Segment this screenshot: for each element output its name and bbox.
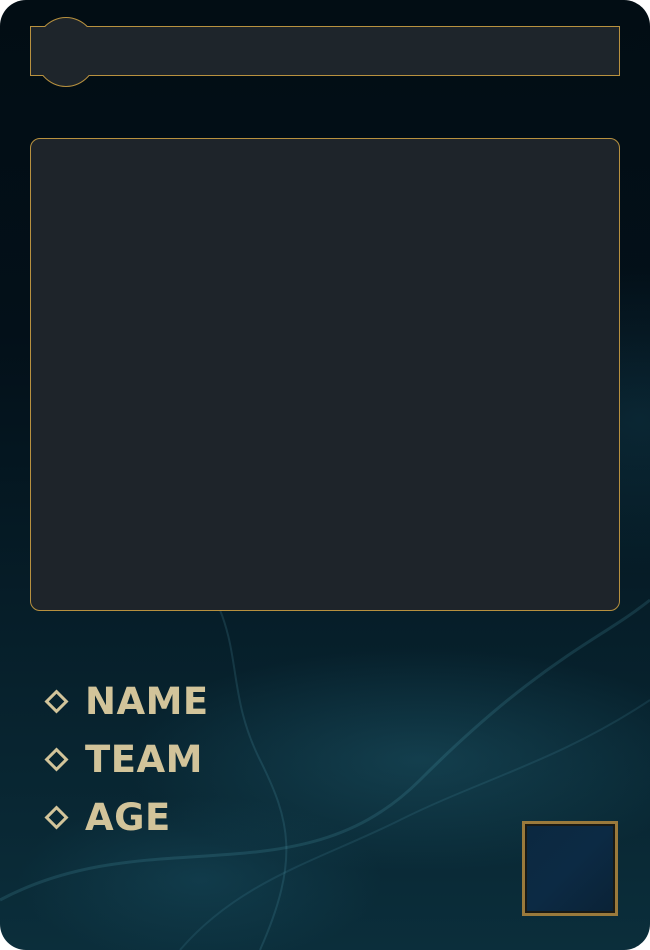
header-emblem-fill xyxy=(31,27,111,75)
player-photo-frame xyxy=(30,138,620,611)
diamond-bullet-icon xyxy=(44,804,69,830)
header-bar xyxy=(30,26,620,76)
stat-list: NAME TEAM AGE xyxy=(42,672,209,846)
stat-label-age: AGE xyxy=(85,795,171,839)
diamond-bullet-icon xyxy=(44,688,69,714)
team-logo-frame xyxy=(522,821,618,916)
stat-row-team: TEAM xyxy=(42,730,209,788)
stat-label-team: TEAM xyxy=(85,737,203,781)
stat-row-name: NAME xyxy=(42,672,209,730)
diamond-bullet-icon xyxy=(44,746,69,772)
player-card: NAME TEAM AGE xyxy=(0,0,650,950)
stat-label-name: NAME xyxy=(85,679,209,723)
stat-row-age: AGE xyxy=(42,788,209,846)
